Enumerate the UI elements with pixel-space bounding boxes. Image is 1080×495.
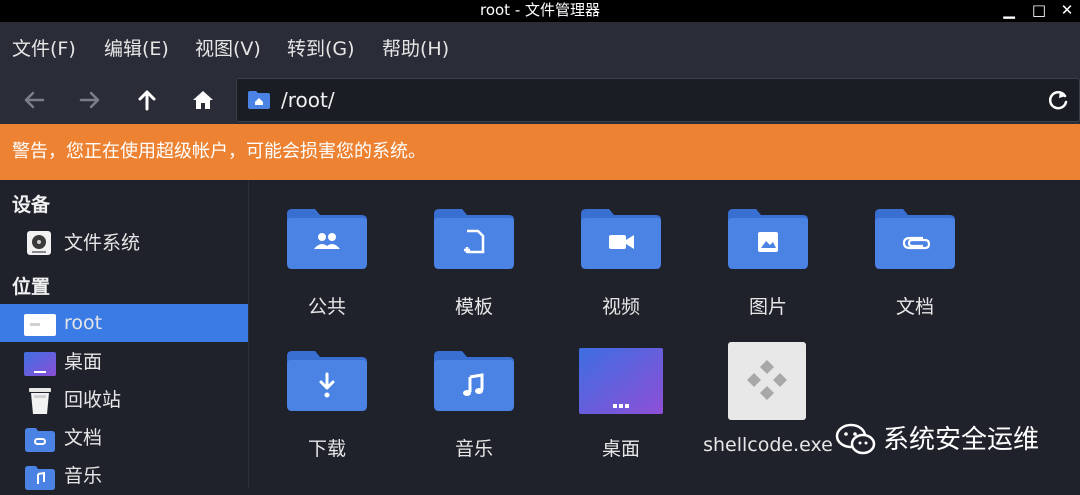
wechat-logo-icon [835, 423, 876, 455]
pictures-folder-icon [728, 209, 808, 269]
trash-icon [29, 388, 51, 414]
videos-folder-icon [581, 209, 661, 269]
sidebar: 设备 文件系统 位置 root 桌面 回收站 文档 音乐 [0, 180, 249, 490]
menu-file[interactable]: 文件(F) [12, 22, 76, 76]
music-folder-icon [25, 466, 55, 490]
sidebar-item-music[interactable]: 音乐 [0, 457, 248, 495]
forward-icon [79, 91, 100, 109]
up-button[interactable] [131, 82, 163, 118]
file-item-label: 桌面 [601, 438, 640, 460]
home-icon [193, 91, 213, 109]
home-button[interactable] [187, 82, 219, 118]
watermark-text: 系统安全运维 [883, 425, 1040, 455]
file-item-label: 音乐 [454, 438, 493, 460]
file-item-downloads[interactable]: 下载 [267, 348, 387, 478]
downloads-folder-icon [287, 351, 367, 411]
file-item-desktop[interactable]: 桌面 [561, 348, 681, 478]
menu-edit[interactable]: 编辑(E) [104, 22, 169, 76]
maximize-button[interactable]: □ [1026, 0, 1052, 22]
reload-icon[interactable] [1045, 87, 1071, 113]
home-folder-icon [248, 91, 270, 109]
home-folder-icon [24, 314, 56, 336]
window-titlebar: root - 文件管理器 ▁ □ ✕ [0, 0, 1080, 22]
file-item-label: 文档 [895, 296, 934, 318]
public-folder-icon [287, 209, 367, 269]
templates-folder-icon [434, 209, 514, 269]
warning-text: 警告，您正在使用超级帐户，可能会损害您的系统。 [12, 141, 426, 162]
toolbar: /root/ [0, 76, 1080, 124]
sidebar-item-filesystem[interactable]: 文件系统 [0, 224, 248, 262]
location-path: /root/ [281, 88, 335, 112]
file-item-label: 模板 [454, 296, 493, 318]
sidebar-item-label: root [64, 312, 103, 334]
file-item-label: 下载 [307, 438, 346, 460]
menu-view[interactable]: 视图(V) [195, 22, 261, 76]
file-item-shellcode[interactable]: shellcode.exe [703, 342, 833, 472]
location-bar[interactable]: /root/ [236, 78, 1080, 122]
up-icon [138, 90, 156, 111]
sidebar-item-label: 桌面 [64, 351, 103, 373]
sidebar-item-documents[interactable]: 文档 [0, 419, 248, 457]
sidebar-item-root[interactable]: root [0, 304, 248, 342]
documents-folder-icon [25, 428, 55, 452]
file-item-label: shellcode.exe [703, 434, 833, 456]
menu-bar: 文件(F) 编辑(E) 视图(V) 转到(G) 帮助(H) [0, 22, 1080, 76]
file-item-videos[interactable]: 视频 [561, 206, 681, 336]
minimize-button[interactable]: ▁ [996, 0, 1022, 22]
places-heading: 位置 [12, 276, 51, 298]
file-item-label: 公共 [307, 296, 346, 318]
file-item-documents[interactable]: 文档 [855, 206, 975, 336]
file-item-public[interactable]: 公共 [267, 206, 387, 336]
sidebar-item-label: 回收站 [64, 389, 122, 411]
menu-help[interactable]: 帮助(H) [382, 22, 449, 76]
forward-button[interactable] [74, 82, 106, 118]
sidebar-item-trash[interactable]: 回收站 [0, 381, 248, 419]
drive-icon [27, 231, 51, 255]
documents-folder-icon [875, 209, 955, 269]
file-item-templates[interactable]: 模板 [414, 206, 534, 336]
back-icon [24, 91, 45, 109]
devices-heading: 设备 [12, 194, 51, 216]
window-title: root - 文件管理器 [479, 1, 601, 19]
sidebar-item-label: 文件系统 [64, 232, 141, 254]
menu-go[interactable]: 转到(G) [287, 22, 355, 76]
close-button[interactable]: ✕ [1054, 0, 1080, 22]
sidebar-item-desktop[interactable]: 桌面 [0, 343, 248, 381]
sidebar-item-label: 文档 [64, 427, 103, 449]
sidebar-item-label: 音乐 [64, 465, 103, 487]
music-folder-icon [434, 351, 514, 411]
back-button[interactable] [18, 82, 50, 118]
file-item-pictures[interactable]: 图片 [708, 206, 828, 336]
file-item-label: 视频 [601, 296, 640, 318]
root-warning-banner: 警告，您正在使用超级帐户，可能会损害您的系统。 [0, 124, 1080, 180]
desktop-folder-icon [579, 348, 663, 414]
file-item-label: 图片 [748, 296, 787, 318]
exe-file-icon [728, 342, 806, 420]
desktop-icon [24, 352, 56, 376]
file-item-music[interactable]: 音乐 [414, 348, 534, 478]
